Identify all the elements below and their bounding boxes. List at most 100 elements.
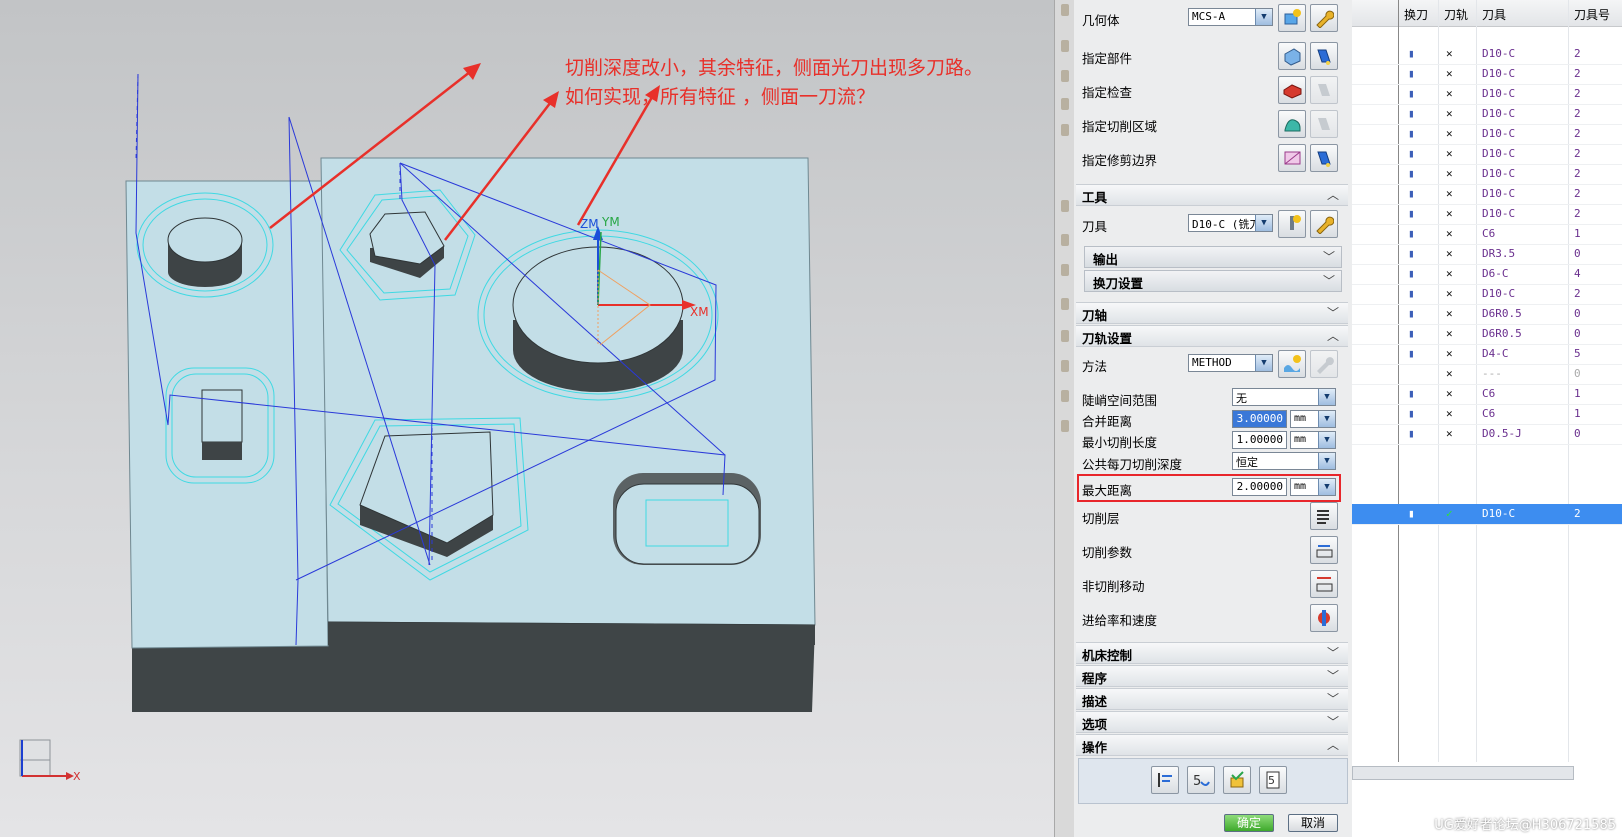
tool-change-icon: ▮ xyxy=(1408,347,1415,360)
verify-toolpath-button[interactable] xyxy=(1223,766,1251,794)
resource-tab-icon[interactable] xyxy=(1061,40,1069,52)
tool-change-icon: ▮ xyxy=(1408,67,1415,80)
display-check-flashlight-icon[interactable] xyxy=(1310,76,1338,104)
list-toolpath-button[interactable]: 5 xyxy=(1259,766,1287,794)
tool-cell: D10-C xyxy=(1482,287,1516,300)
resource-tab-icon[interactable] xyxy=(1061,4,1069,16)
path-settings-section-header[interactable]: 刀轨设置 ︿ xyxy=(1076,325,1348,347)
geometry-select[interactable]: MCS-A ▼ xyxy=(1188,8,1273,26)
min-cut-length-unit[interactable]: mm ▼ xyxy=(1290,431,1336,449)
resource-tab-icon[interactable] xyxy=(1061,330,1069,342)
column-tool-change[interactable]: 换刀 xyxy=(1404,6,1428,23)
table-row[interactable]: ▮ ✕ D10-C 2 xyxy=(1352,284,1622,305)
tool-change-icon: ▮ xyxy=(1408,267,1415,280)
edit-geometry-wrench-icon[interactable] xyxy=(1310,4,1338,32)
display-part-flashlight-icon[interactable] xyxy=(1310,42,1338,70)
feeds-speeds-button[interactable] xyxy=(1310,604,1338,632)
resource-tab-icon[interactable] xyxy=(1061,390,1069,402)
non-cutting-moves-button[interactable] xyxy=(1310,570,1338,598)
min-cut-length-input[interactable]: 1.00000 xyxy=(1232,431,1287,449)
actions-section-header[interactable]: 操作 ︿ xyxy=(1076,734,1348,756)
toolpath-missing-x-icon: ✕ xyxy=(1446,147,1453,160)
resource-tab-icon[interactable] xyxy=(1061,234,1069,246)
toolpath-missing-x-icon: ✕ xyxy=(1446,127,1453,140)
program-section-header[interactable]: 程序 ﹀ xyxy=(1076,665,1348,687)
resource-tab-icon[interactable] xyxy=(1061,70,1069,82)
toolpath-missing-x-icon: ✕ xyxy=(1446,67,1453,80)
table-row[interactable]: ▮ ✕ DR3.5 0 xyxy=(1352,244,1622,265)
table-row[interactable]: ▮ ✕ D10-C 2 xyxy=(1352,184,1622,205)
machine-control-section-header[interactable]: 机床控制 ﹀ xyxy=(1076,642,1348,664)
steep-range-select[interactable]: 无 ▼ xyxy=(1232,388,1336,406)
tool-section-header[interactable]: 工具 ︿ xyxy=(1076,184,1348,206)
specify-trim-boundary-button[interactable] xyxy=(1278,144,1306,172)
selected-operation-row[interactable]: ▮ ✓ D10-C 2 xyxy=(1352,504,1622,525)
table-row[interactable]: ▮ ✕ D6-C 4 xyxy=(1352,264,1622,285)
cut-levels-label: 切削层 xyxy=(1082,511,1120,526)
description-section-header[interactable]: 描述 ﹀ xyxy=(1076,688,1348,710)
resource-tab-icon[interactable] xyxy=(1061,264,1069,276)
view-triad-icon xyxy=(19,739,74,780)
resource-tab-icon[interactable] xyxy=(1061,420,1069,432)
new-geometry-button[interactable] xyxy=(1278,4,1306,32)
edit-tool-wrench-icon[interactable] xyxy=(1310,210,1338,238)
tool-change-icon: ▮ xyxy=(1408,427,1415,440)
table-row[interactable]: ▮ ✕ D10-C 2 xyxy=(1352,144,1622,165)
cut-levels-button[interactable] xyxy=(1310,502,1338,530)
resource-tab-icon[interactable] xyxy=(1061,98,1069,110)
column-tool[interactable]: 刀具 xyxy=(1482,6,1506,23)
table-row[interactable]: ▮ ✕ D10-C 2 xyxy=(1352,124,1622,145)
column-tool-number[interactable]: 刀具号 xyxy=(1574,6,1610,23)
table-row[interactable]: ▮ ✕ C6 1 xyxy=(1352,404,1622,425)
new-tool-button[interactable] xyxy=(1278,210,1306,238)
table-row[interactable]: ▮ ✕ D10-C 2 xyxy=(1352,84,1622,105)
tool-axis-section-header[interactable]: 刀轴 ﹀ xyxy=(1076,302,1348,324)
display-trim-boundary-flashlight-icon[interactable] xyxy=(1310,144,1338,172)
tool-cell: D10-C xyxy=(1482,127,1516,140)
ok-button[interactable]: 确定 xyxy=(1224,814,1274,832)
specify-cut-area-button[interactable] xyxy=(1278,110,1306,138)
resource-tab-icon[interactable] xyxy=(1061,124,1069,136)
cut-params-button[interactable] xyxy=(1310,536,1338,564)
svg-text:5: 5 xyxy=(1268,774,1275,787)
table-row[interactable]: ▮ ✕ D10-C 2 xyxy=(1352,204,1622,225)
merge-distance-input[interactable]: 3.00000 xyxy=(1232,410,1287,428)
table-row[interactable]: ▮ ✕ D0.5-J 0 xyxy=(1352,424,1622,445)
table-row[interactable]: ✕ --- 0 xyxy=(1352,364,1622,385)
edit-method-wrench-icon[interactable] xyxy=(1310,350,1338,378)
replay-toolpath-button[interactable]: 5 xyxy=(1187,766,1215,794)
specify-check-button[interactable] xyxy=(1278,76,1306,104)
graphics-viewport[interactable]: ZM YM XM X 切削深度改小，其余特征，侧面光刀出现多刀路。 如何实现，所… xyxy=(0,0,1054,837)
column-toolpath[interactable]: 刀轨 xyxy=(1444,6,1468,23)
generate-toolpath-button[interactable] xyxy=(1151,766,1179,794)
common-depth-select[interactable]: 恒定 ▼ xyxy=(1232,452,1336,470)
table-row[interactable]: ▮ ✕ D10-C 2 xyxy=(1352,104,1622,125)
output-subsection[interactable]: 输出 ﹀ xyxy=(1084,246,1342,268)
table-row[interactable]: ▮ ✕ C6 1 xyxy=(1352,224,1622,245)
table-row[interactable]: ▮ ✕ D10-C 2 xyxy=(1352,64,1622,85)
table-row[interactable]: ▮ ✕ C6 1 xyxy=(1352,384,1622,405)
merge-distance-unit[interactable]: mm ▼ xyxy=(1290,410,1336,428)
max-distance-input[interactable]: 2.00000 xyxy=(1232,478,1287,496)
toolpath-missing-x-icon: ✕ xyxy=(1446,87,1453,100)
new-method-button[interactable] xyxy=(1278,350,1306,378)
tool-change-subsection[interactable]: 换刀设置 ﹀ xyxy=(1084,270,1342,292)
specify-part-button[interactable] xyxy=(1278,42,1306,70)
table-row[interactable]: ▮ ✕ D4-C 5 xyxy=(1352,344,1622,365)
table-row[interactable]: ▮ ✕ D6R0.5 0 xyxy=(1352,304,1622,325)
display-cut-area-flashlight-icon[interactable] xyxy=(1310,110,1338,138)
max-distance-unit[interactable]: mm ▼ xyxy=(1290,478,1336,496)
resource-tab-icon[interactable] xyxy=(1061,298,1069,310)
resource-tab-icon[interactable] xyxy=(1061,360,1069,372)
horizontal-scrollbar[interactable] xyxy=(1352,766,1574,780)
table-row[interactable]: ▮ ✕ D10-C 2 xyxy=(1352,44,1622,65)
specify-part-label: 指定部件 xyxy=(1082,51,1133,66)
table-row[interactable]: ▮ ✕ D6R0.5 0 xyxy=(1352,324,1622,345)
cancel-button[interactable]: 取消 xyxy=(1288,814,1338,832)
method-select[interactable]: METHOD ▼ xyxy=(1188,354,1273,372)
resource-tab-icon[interactable] xyxy=(1061,200,1069,212)
table-row[interactable]: ▮ ✕ D10-C 2 xyxy=(1352,164,1622,185)
options-section-header[interactable]: 选项 ﹀ xyxy=(1076,711,1348,733)
toolpath-missing-x-icon: ✕ xyxy=(1446,167,1453,180)
tool-select[interactable]: D10-C (铣刀 ▼ xyxy=(1188,214,1273,232)
